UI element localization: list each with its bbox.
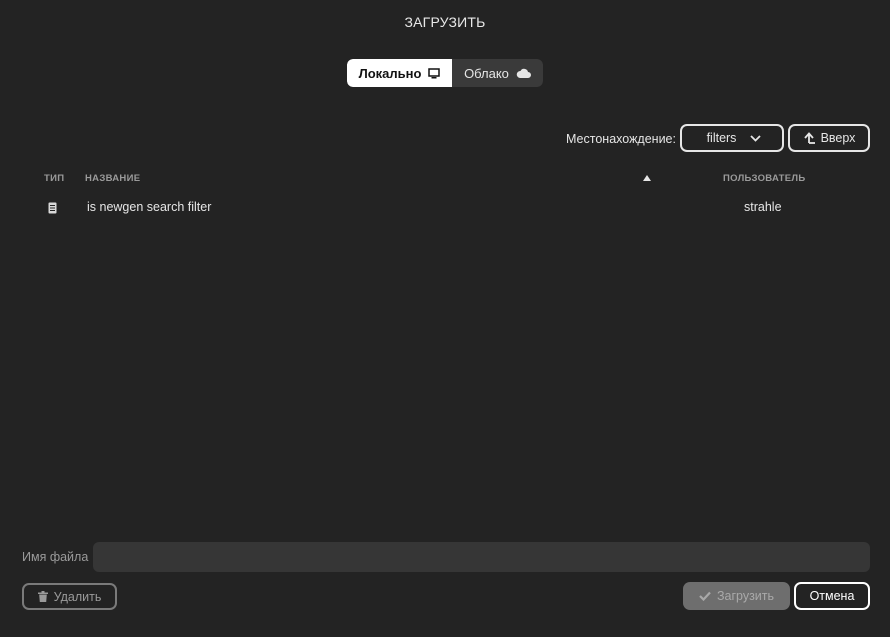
column-header-name[interactable]: НАЗВАНИЕ (85, 173, 140, 184)
location-label: Местонахождение: (566, 132, 676, 146)
source-cloud-label: Облако (464, 65, 509, 81)
checkmark-icon (699, 591, 711, 601)
source-local-label: Локально (358, 65, 422, 81)
source-cloud-button[interactable]: Облако (452, 59, 543, 87)
filename-label: Имя файла (22, 550, 89, 564)
cancel-button[interactable]: Отмена (794, 582, 870, 610)
location-dropdown[interactable]: filters (680, 124, 784, 152)
trash-icon (37, 591, 48, 602)
source-local-button[interactable]: Локально (347, 59, 452, 87)
cloud-icon (516, 68, 531, 78)
up-button-label: Вверх (820, 131, 856, 145)
arrow-up-icon (803, 132, 815, 144)
document-icon (48, 201, 57, 219)
monitor-icon (428, 67, 441, 78)
filename-input[interactable] (93, 542, 870, 572)
chevron-down-icon (750, 134, 762, 142)
row-user: strahle (744, 200, 782, 214)
delete-button[interactable]: Удалить (22, 583, 117, 610)
dialog-title: ЗАГРУЗИТЬ (404, 14, 486, 30)
load-button[interactable]: Загрузить (683, 582, 790, 610)
source-toggle: Локально Облако (347, 59, 543, 87)
table-row[interactable]: is newgen search filter strahle (30, 196, 860, 218)
load-button-label: Загрузить (716, 589, 775, 603)
delete-button-label: Удалить (53, 589, 102, 604)
up-button[interactable]: Вверх (788, 124, 870, 152)
cancel-button-label: Отмена (809, 589, 855, 603)
location-value: filters (706, 131, 737, 145)
column-header-user[interactable]: ПОЛЬЗОВАТЕЛЬ (723, 173, 805, 184)
sort-ascending-icon[interactable] (643, 175, 651, 181)
column-header-type[interactable]: ТИП (44, 173, 64, 184)
row-name: is newgen search filter (87, 200, 212, 214)
load-dialog: ЗАГРУЗИТЬ Локально Облако Местонахождени… (0, 0, 890, 637)
